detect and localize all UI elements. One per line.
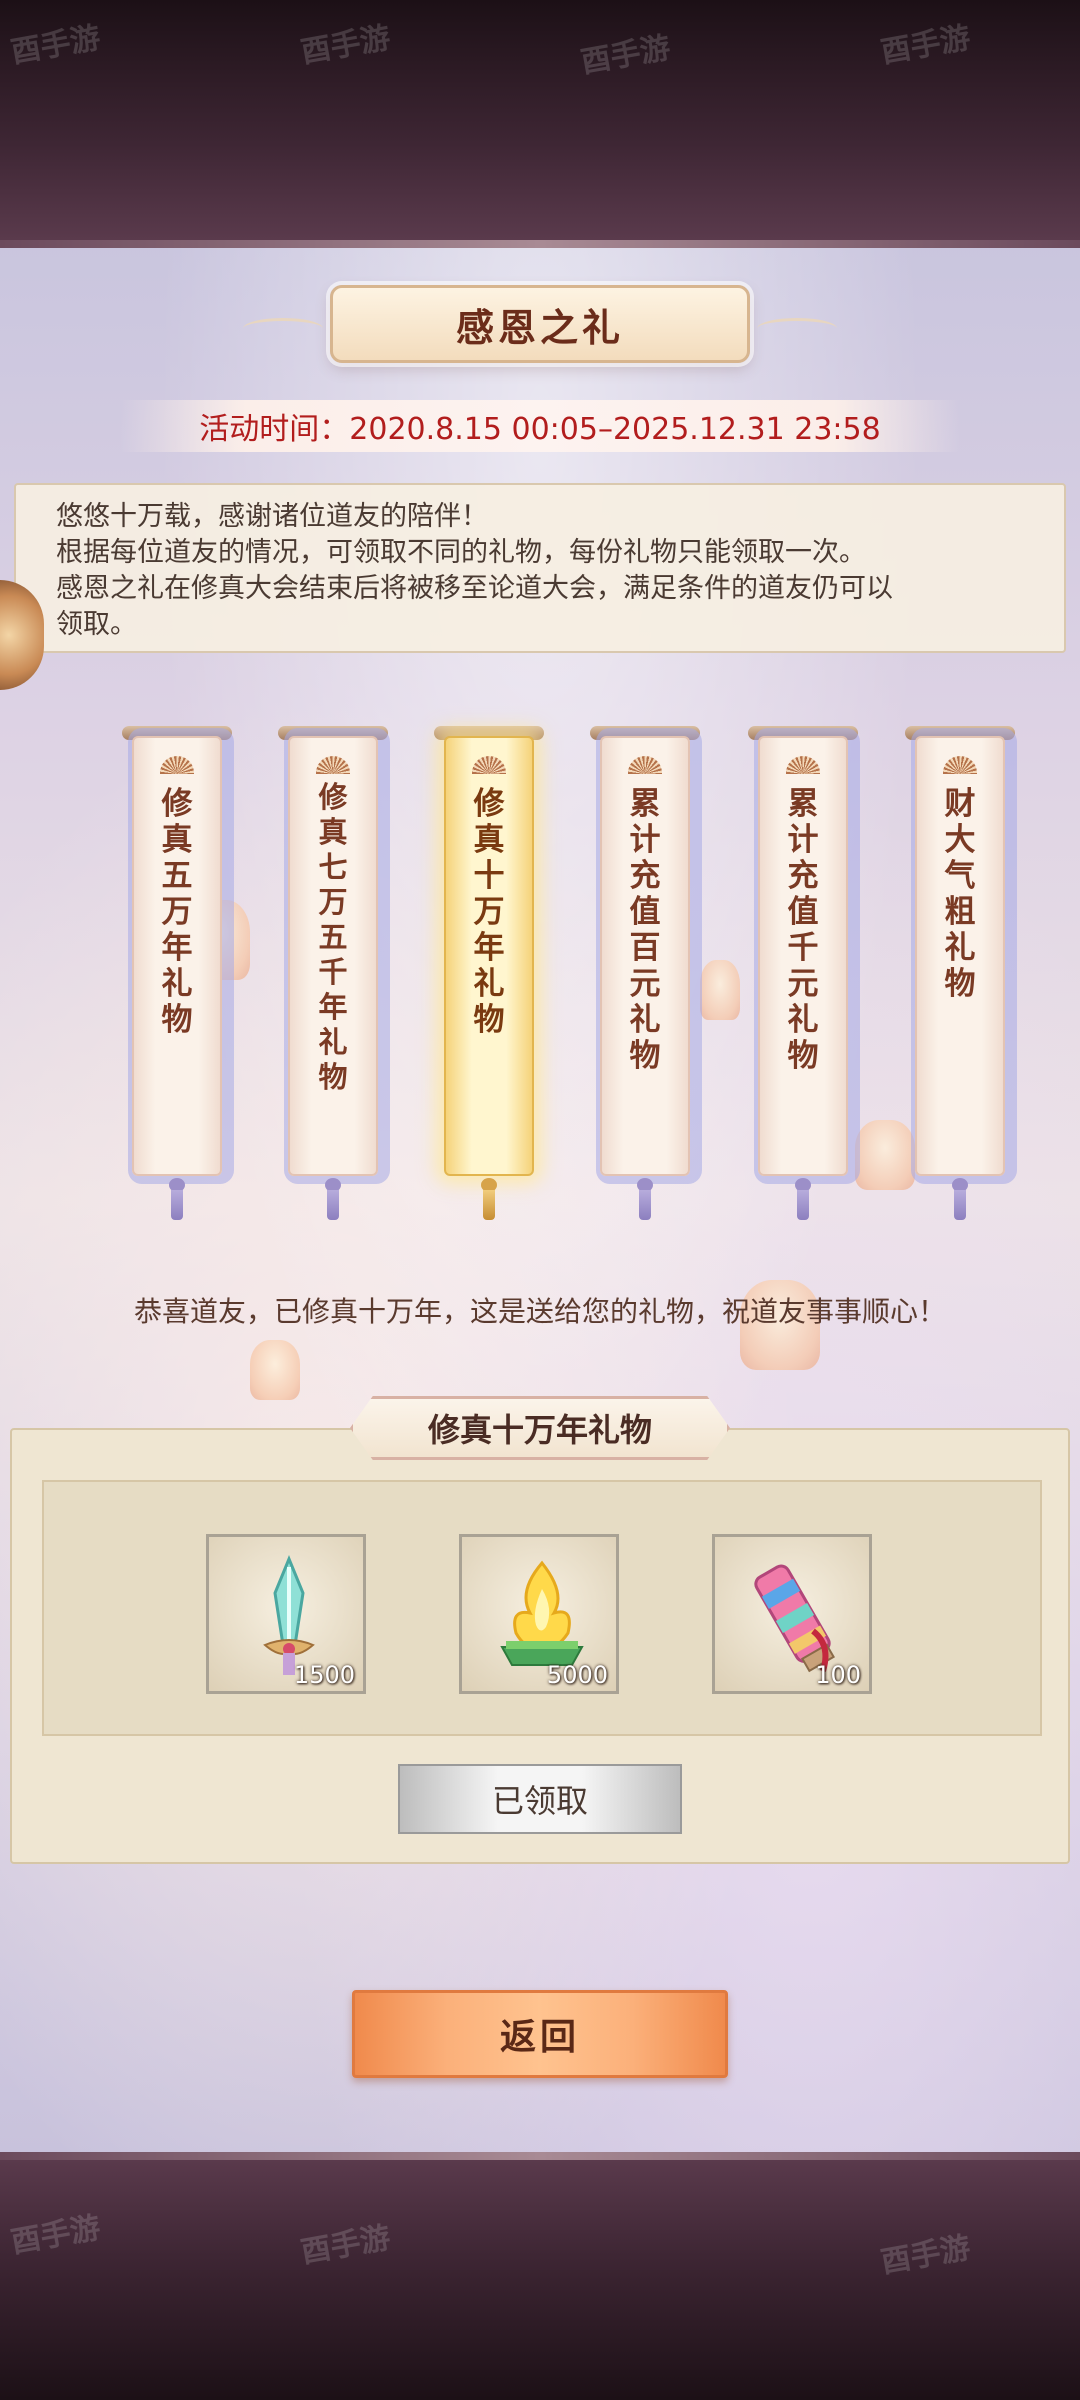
tab-label-glyph: 十	[473, 858, 505, 894]
tab-label-glyph: 千	[318, 955, 348, 989]
tab-label-glyph: 五	[318, 920, 348, 954]
back-label: 返回	[499, 2017, 580, 2058]
tassel	[483, 1190, 495, 1220]
claimed-label: 已领取	[491, 1782, 588, 1820]
reward-header: 修真十万年礼物	[350, 1396, 730, 1460]
item-quantity: 100	[815, 1661, 861, 1689]
tab-label-glyph: 万	[318, 885, 348, 919]
reward-item-golden-flame[interactable]: 5000	[459, 1534, 619, 1694]
reward-item-jade-sword[interactable]: 1500	[206, 1534, 366, 1694]
claimed-button[interactable]: 已领取	[398, 1764, 682, 1834]
event-time: 活动时间：2020.8.15 00:05–2025.12.31 23:58	[199, 412, 881, 447]
tab-gift-5[interactable]: 财大气粗礼物	[905, 720, 1015, 1220]
tab-label-glyph: 真	[473, 822, 505, 858]
tab-label-glyph: 充	[629, 858, 661, 894]
tab-label-glyph: 物	[944, 966, 976, 1002]
item-quantity: 5000	[546, 1661, 608, 1689]
tab-label-glyph: 粗	[944, 894, 976, 930]
tab-label-glyph: 物	[473, 1002, 505, 1038]
tab-label-glyph: 元	[629, 966, 661, 1002]
tab-label: 修真十万年礼物	[444, 786, 534, 1038]
tab-label-glyph: 万	[161, 894, 193, 930]
description-line: 领取。	[56, 609, 137, 640]
tab-label: 财大气粗礼物	[915, 786, 1005, 1002]
scene-border	[0, 2152, 1080, 2160]
scene-border	[0, 240, 1080, 248]
tab-label-glyph: 七	[318, 850, 348, 884]
reward-item-scroll[interactable]: 100	[712, 1534, 872, 1694]
page-title: 感恩之礼	[455, 305, 624, 350]
tab-label-glyph: 百	[629, 930, 661, 966]
tab-label: 修真五万年礼物	[132, 786, 222, 1038]
tassel	[639, 1190, 651, 1220]
tab-label-glyph: 五	[161, 858, 193, 894]
tab-label-glyph: 礼	[161, 966, 193, 1002]
tab-label-glyph: 物	[318, 1060, 348, 1094]
tab-label: 累计充值千元礼物	[758, 786, 848, 1074]
tab-label-glyph: 元	[787, 966, 819, 1002]
congrats-message: 恭喜道友，已修真十万年，这是送给您的礼物，祝道友事事顺心！	[133, 1295, 946, 1328]
gift-tabs: 修真五万年礼物 修真七万五千年礼物 修真十万年礼物 累计充值百元礼物 累计充值千…	[0, 720, 1080, 1220]
tab-gift-0[interactable]: 修真五万年礼物	[122, 720, 232, 1220]
description-line: 感恩之礼在修真大会结束后将被移至论道大会，满足条件的道友仍可以	[56, 573, 893, 604]
description-line: 悠悠十万载，感谢诸位道友的陪伴！	[56, 501, 488, 532]
tab-label-glyph: 真	[318, 815, 348, 849]
tassel	[797, 1190, 809, 1220]
tab-label-glyph: 累	[787, 786, 819, 822]
tab-label: 修真七万五千年礼物	[288, 780, 378, 1095]
tassel	[327, 1190, 339, 1220]
tab-label-glyph: 计	[787, 822, 819, 858]
tab-label-glyph: 年	[318, 990, 348, 1024]
tab-label-glyph: 万	[473, 894, 505, 930]
tab-label-glyph: 值	[629, 894, 661, 930]
tab-label-glyph: 充	[787, 858, 819, 894]
tab-label-glyph: 礼	[944, 930, 976, 966]
event-time-band: 活动时间：2020.8.15 00:05–2025.12.31 23:58	[120, 400, 960, 452]
tab-label-glyph: 气	[944, 858, 976, 894]
lantern-decoration	[250, 1340, 300, 1400]
tab-gift-3[interactable]: 累计充值百元礼物	[590, 720, 700, 1220]
title-plaque: 感恩之礼	[243, 285, 837, 363]
item-quantity: 1500	[293, 1661, 355, 1689]
tab-label-glyph: 年	[161, 930, 193, 966]
tab-label-glyph: 礼	[787, 1002, 819, 1038]
tab-label-glyph: 年	[473, 930, 505, 966]
tab-label-glyph: 物	[629, 1038, 661, 1074]
tassel	[954, 1190, 966, 1220]
tab-gift-1[interactable]: 修真七万五千年礼物	[278, 720, 388, 1220]
reward-title: 修真十万年礼物	[427, 1411, 652, 1449]
bottom-frame	[0, 2160, 1080, 2400]
tab-label-glyph: 修	[473, 786, 505, 822]
tab-label-glyph: 礼	[318, 1025, 348, 1059]
tab-label-glyph: 物	[787, 1038, 819, 1074]
tab-label-glyph: 计	[629, 822, 661, 858]
tab-label-glyph: 千	[787, 930, 819, 966]
tab-label-glyph: 礼	[473, 966, 505, 1002]
back-button[interactable]: 返回	[352, 1990, 728, 2078]
tab-label-glyph: 修	[161, 786, 193, 822]
tab-label-glyph: 礼	[629, 1002, 661, 1038]
tab-label-glyph: 物	[161, 1002, 193, 1038]
tab-label-glyph: 大	[944, 822, 976, 858]
description-line: 根据每位道友的情况，可领取不同的礼物，每份礼物只能领取一次。	[56, 537, 866, 568]
tab-label-glyph: 真	[161, 822, 193, 858]
tassel	[171, 1190, 183, 1220]
tab-label-glyph: 累	[629, 786, 661, 822]
tab-gift-4[interactable]: 累计充值千元礼物	[748, 720, 858, 1220]
tab-label-glyph: 财	[944, 786, 976, 822]
tab-label: 累计充值百元礼物	[600, 786, 690, 1074]
tab-label-glyph: 值	[787, 894, 819, 930]
tab-label-glyph: 修	[318, 780, 348, 814]
tab-gift-2[interactable]: 修真十万年礼物	[434, 720, 544, 1220]
description-box: 悠悠十万载，感谢诸位道友的陪伴！ 根据每位道友的情况，可领取不同的礼物，每份礼物…	[14, 483, 1066, 653]
